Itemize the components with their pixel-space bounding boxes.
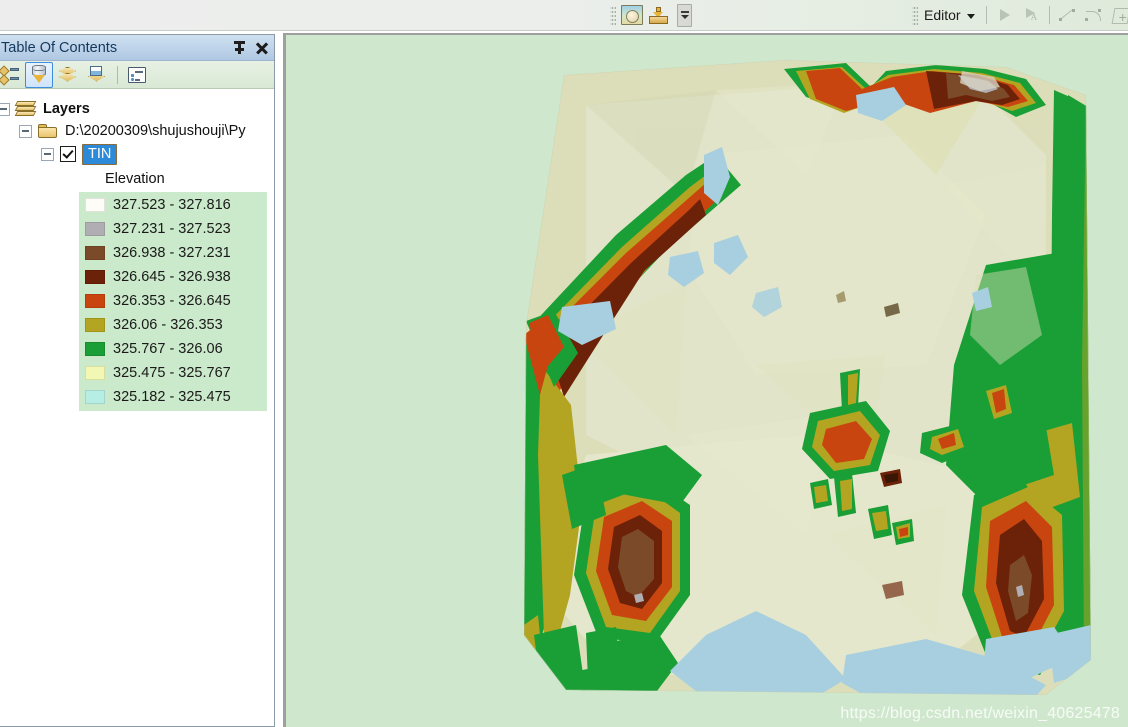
legend-color-swatch[interactable] <box>85 318 105 332</box>
legend-color-swatch[interactable] <box>85 198 105 212</box>
legend-row[interactable]: 326.645 - 326.938 <box>79 265 267 289</box>
curve-segment-icon[interactable] <box>1082 3 1106 27</box>
legend-class-label: 326.645 - 326.938 <box>113 269 231 285</box>
image-tools-toolbar <box>610 0 692 30</box>
legend-class-label: 325.767 - 326.06 <box>113 341 223 357</box>
layer-visibility-checkbox[interactable] <box>60 146 76 162</box>
legend-color-swatch[interactable] <box>85 294 105 308</box>
tree-node-folder[interactable]: D:\20200309\shujushouji\Py <box>0 120 274 142</box>
chevron-down-icon[interactable] <box>966 13 975 19</box>
trace-polygon-icon[interactable] <box>1108 3 1128 27</box>
expander-collapse-icon[interactable] <box>19 124 32 138</box>
legend-color-swatch[interactable] <box>85 342 105 356</box>
list-by-drawing-order-icon[interactable] <box>25 61 53 88</box>
toolbar-separator <box>985 6 987 24</box>
legend-color-swatch[interactable] <box>85 270 105 284</box>
toc-toolbar-separator <box>117 65 118 84</box>
list-by-visibility-icon[interactable] <box>0 62 24 88</box>
legend-class-label: 327.231 - 327.523 <box>113 221 231 237</box>
legend-row[interactable]: 327.523 - 327.816 <box>79 193 267 217</box>
tin-surface-render <box>286 35 1128 727</box>
legend-row[interactable]: 326.938 - 327.231 <box>79 241 267 265</box>
legend-class-label: 326.938 - 327.231 <box>113 245 231 261</box>
photo-icon[interactable] <box>620 3 644 27</box>
edit-annotation-icon[interactable] <box>1019 3 1043 27</box>
tree-node-label: Layers <box>43 101 90 117</box>
legend-color-swatch[interactable] <box>85 222 105 236</box>
map-canvas[interactable]: https://blog.csdn.net/weixin_40625478 <box>286 35 1128 727</box>
toolbar-separator <box>1048 6 1050 24</box>
legend-row[interactable]: 326.06 - 326.353 <box>79 313 267 337</box>
close-icon[interactable] <box>255 41 268 54</box>
tree-node-layers[interactable]: Layers <box>0 98 274 120</box>
symbology-heading: Elevation <box>0 166 274 192</box>
page-title: Table Of Contents <box>1 39 118 56</box>
legend-class-label: 325.475 - 325.767 <box>113 365 231 381</box>
layer-name-selected[interactable]: TIN <box>82 143 118 165</box>
options-icon[interactable] <box>123 62 151 88</box>
editor-menu-label[interactable]: Editor <box>921 7 963 23</box>
map-view-frame: https://blog.csdn.net/weixin_40625478 <box>283 33 1128 727</box>
toc-title-bar: Table Of Contents <box>0 35 274 61</box>
legend-class-label: 327.523 - 327.816 <box>113 197 231 213</box>
box-download-icon[interactable] <box>646 3 670 27</box>
legend-class-label: 325.182 - 325.475 <box>113 389 231 405</box>
legend-color-swatch[interactable] <box>85 390 105 404</box>
symbology-field-label: Elevation <box>105 171 165 187</box>
legend-row[interactable]: 325.475 - 325.767 <box>79 361 267 385</box>
straight-segment-icon[interactable] <box>1056 3 1080 27</box>
legend-row[interactable]: 325.767 - 326.06 <box>79 337 267 361</box>
tree-node-tin-layer[interactable]: TIN <box>0 142 274 166</box>
tree-node-label: D:\20200309\shujushouji\Py <box>65 123 246 139</box>
toolbar-grip-handle[interactable] <box>610 5 616 25</box>
expander-collapse-icon[interactable] <box>0 102 10 116</box>
edit-arrow-icon[interactable] <box>993 3 1017 27</box>
folder-icon <box>38 123 58 139</box>
list-by-source-icon[interactable] <box>54 62 82 88</box>
top-toolbar-strip: Editor <box>0 0 1128 31</box>
toc-toolbar <box>0 61 274 89</box>
legend-color-swatch[interactable] <box>85 366 105 380</box>
editor-toolbar-grip-handle[interactable] <box>912 5 918 25</box>
layers-icon <box>14 101 37 117</box>
toc-layer-tree: Layers D:\20200309\shujushouji\Py TIN El… <box>0 90 274 726</box>
list-by-selection-icon[interactable] <box>83 62 111 88</box>
legend-color-swatch[interactable] <box>85 246 105 260</box>
legend-class-label: 326.353 - 326.645 <box>113 293 231 309</box>
legend-row[interactable]: 326.353 - 326.645 <box>79 289 267 313</box>
legend-row[interactable]: 327.231 - 327.523 <box>79 217 267 241</box>
legend-class-list: 327.523 - 327.816 327.231 - 327.523 326.93… <box>79 192 267 411</box>
table-of-contents-panel: Table Of Contents Layers D:\20200309\shu… <box>0 34 275 727</box>
pin-icon[interactable] <box>234 41 245 54</box>
arcmap-application-window: Editor Table Of Contents <box>0 0 1128 727</box>
editor-toolbar: Editor <box>912 0 1128 30</box>
toolbar-overflow-button[interactable] <box>677 3 692 27</box>
legend-row[interactable]: 325.182 - 325.475 <box>79 385 267 409</box>
expander-collapse-icon[interactable] <box>41 147 54 161</box>
legend-class-label: 326.06 - 326.353 <box>113 317 223 333</box>
